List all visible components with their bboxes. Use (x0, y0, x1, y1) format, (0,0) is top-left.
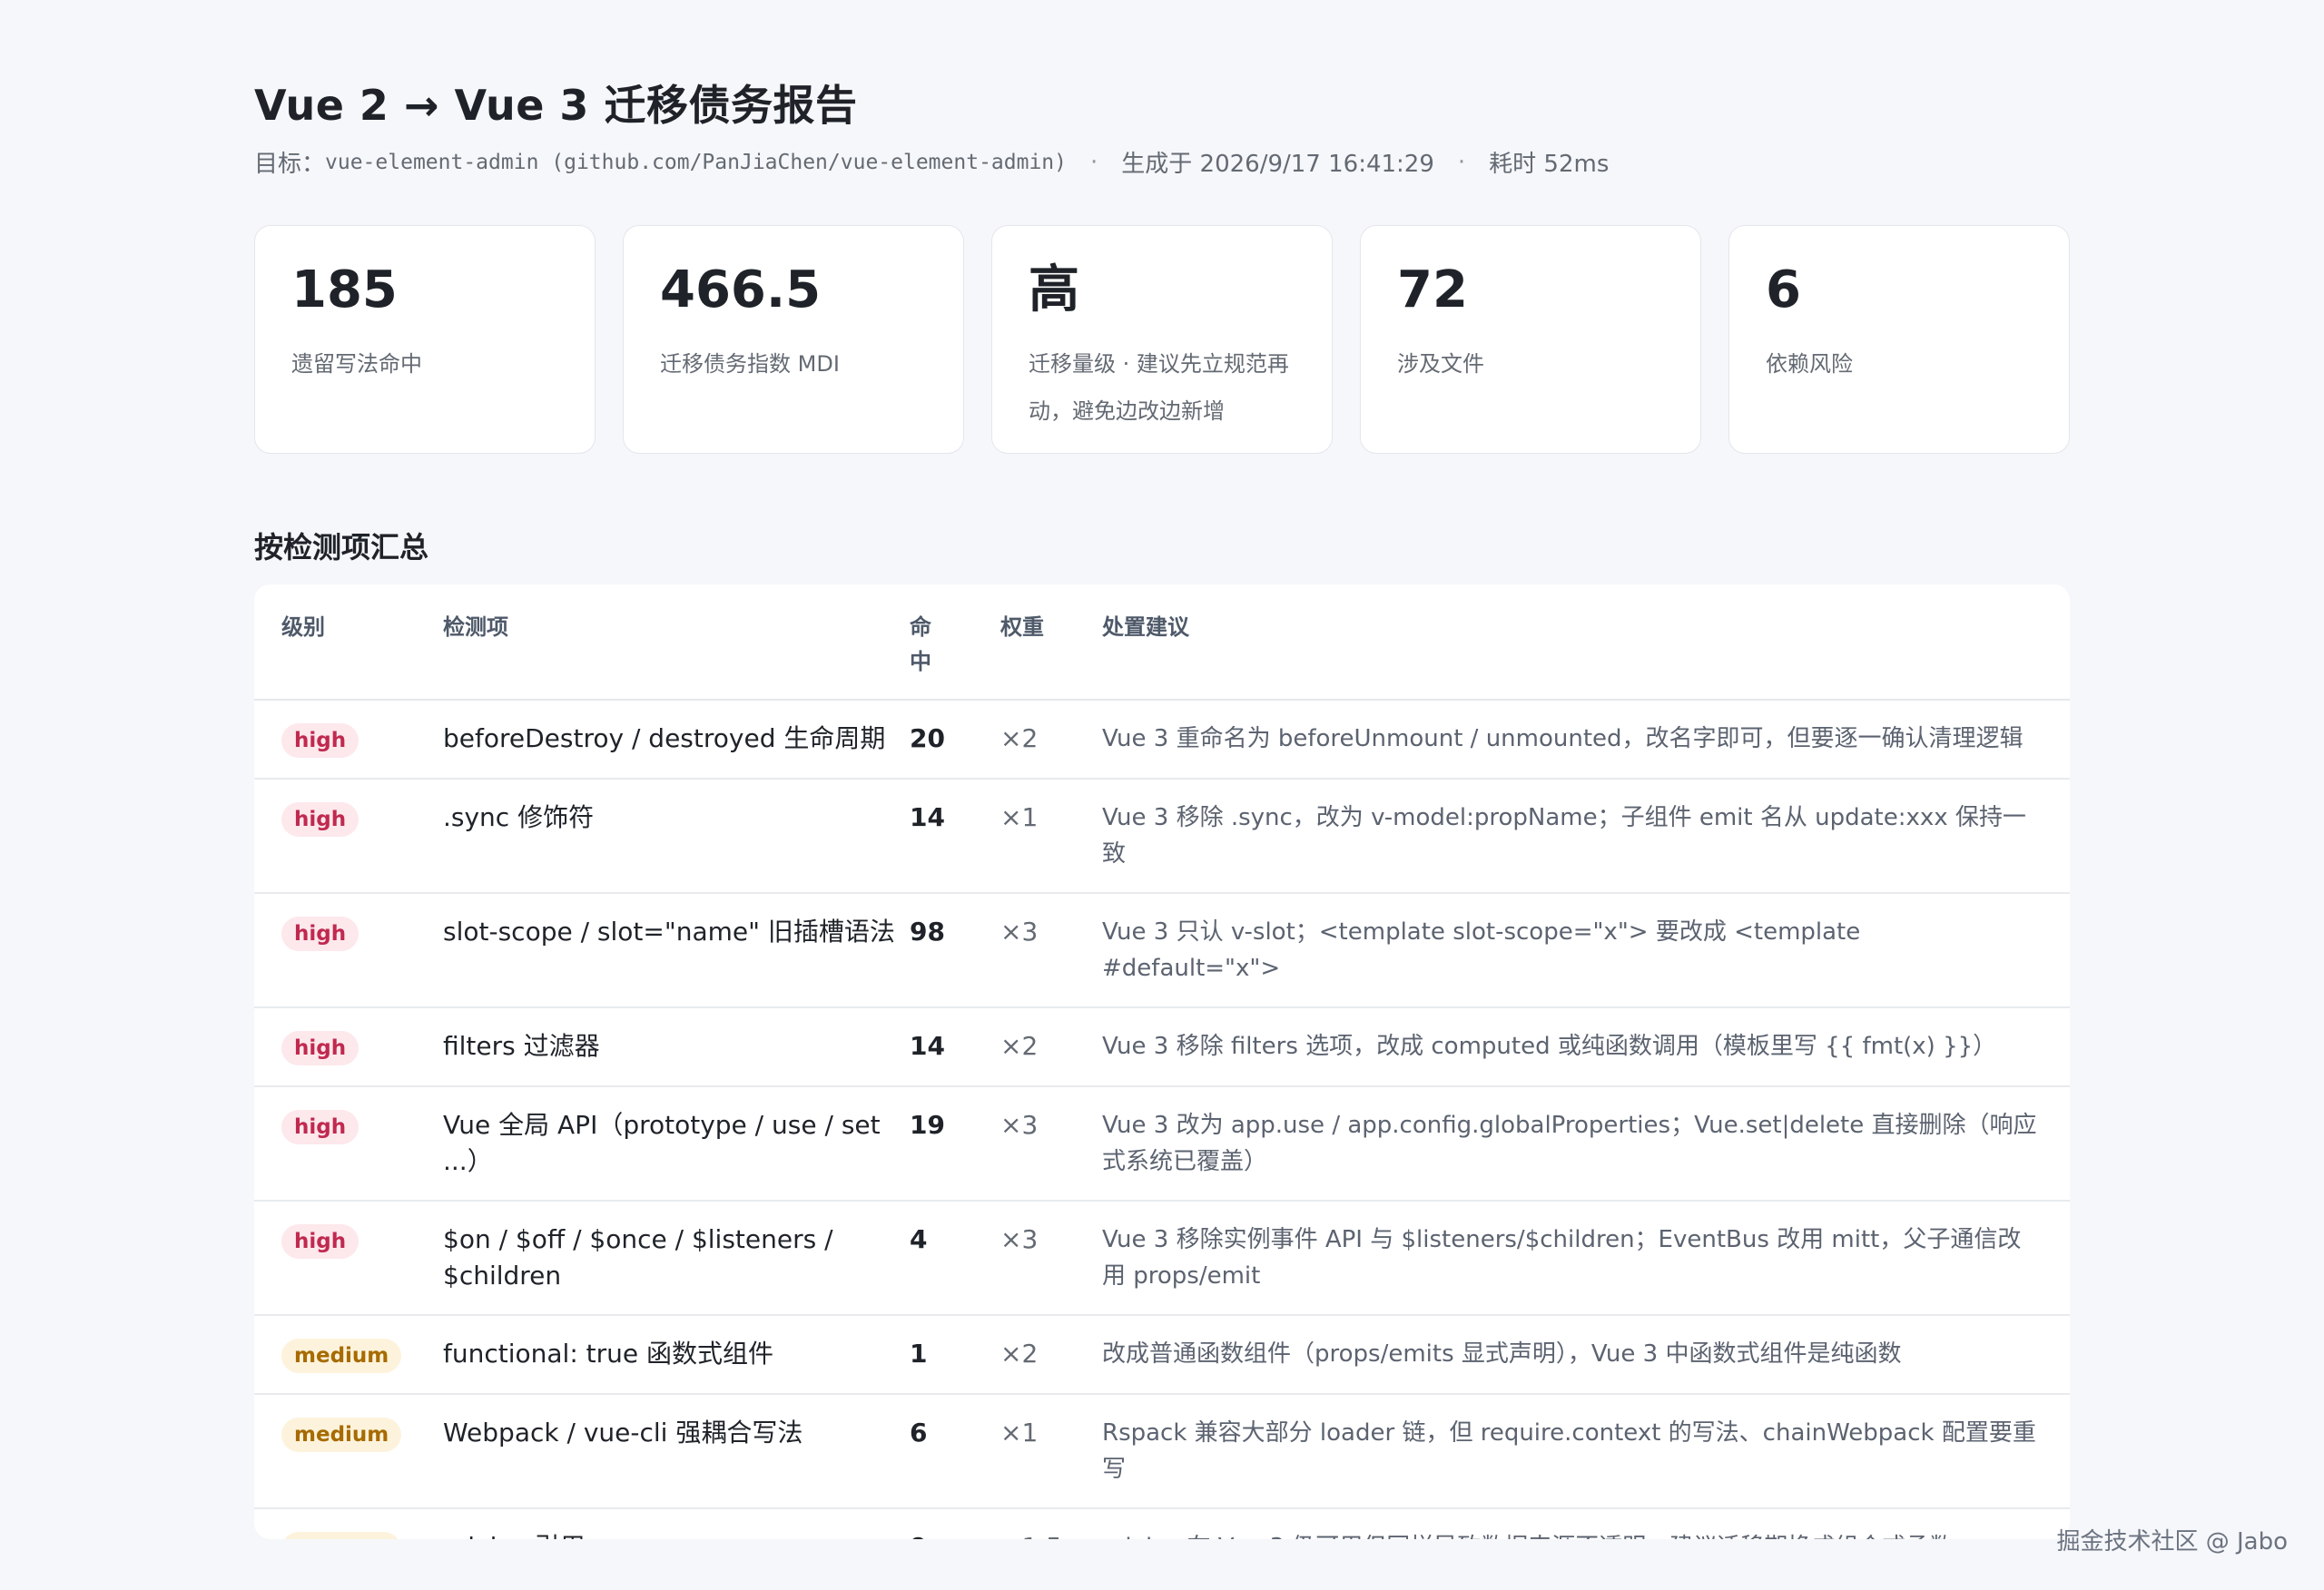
weight-cell: ×3 (1000, 893, 1102, 1008)
level-badge: high (281, 1031, 359, 1065)
item-cell: mixins 引用 (416, 1508, 910, 1539)
watermark: 掘金技术社区 @ Jabo (2056, 1528, 2288, 1556)
advice-cell: Vue 3 只认 v-slot；<template slot-scope="x"… (1102, 893, 2070, 1008)
stat-card-files: 72 涉及文件 (1360, 225, 1701, 454)
hits-cell: 19 (910, 1086, 1000, 1202)
elapsed-time: 耗时 52ms (1489, 151, 1610, 178)
hits-cell: 4 (910, 1201, 1000, 1316)
advice-cell: Vue 3 改为 app.use / app.config.globalProp… (1102, 1086, 2070, 1202)
table-row: high beforeDestroy / destroyed 生命周期 20 ×… (254, 700, 2070, 780)
stat-card-mdi: 466.5 迁移债务指数 MDI (623, 225, 964, 454)
advice-cell: Vue 3 移除 .sync，改为 v-model:propName；子组件 e… (1102, 779, 2070, 894)
item-cell: Webpack / vue-cli 强耦合写法 (416, 1394, 910, 1509)
table-row: medium mixins 引用 9 ×1.5 mixins 在 Vue 3 仍… (254, 1508, 2070, 1539)
hits-cell: 14 (910, 779, 1000, 894)
level-badge: high (281, 1224, 359, 1259)
item-cell: .sync 修饰符 (416, 779, 910, 894)
item-cell: slot-scope / slot="name" 旧插槽语法 (416, 893, 910, 1008)
stat-value: 185 (291, 260, 398, 319)
level-badge: high (281, 917, 359, 951)
section-title: 按检测项汇总 (254, 530, 429, 564)
item-cell: filters 过滤器 (416, 1007, 910, 1087)
stat-label: 依赖风险 (1766, 350, 1853, 377)
target-label: 目标： (254, 151, 326, 178)
table-row: medium Webpack / vue-cli 强耦合写法 6 ×1 Rspa… (254, 1394, 2070, 1509)
stat-label: 遗留写法命中 (291, 350, 422, 377)
stat-value: 72 (1397, 260, 1468, 319)
summary-table-container: 级别 检测项 命中 权重 处置建议 high beforeDestroy / d… (254, 584, 2070, 1539)
hits-cell: 6 (910, 1394, 1000, 1509)
stat-label: 迁移量级 · 建议先立规范再动，避免边改边新增 (1029, 350, 1289, 424)
column-header-level: 级别 (254, 584, 416, 701)
column-header-item: 检测项 (416, 584, 910, 701)
stat-cards: 185 遗留写法命中 466.5 迁移债务指数 MDI 高 迁移量级 · 建议先… (254, 225, 2070, 454)
weight-cell: ×1.5 (1000, 1508, 1102, 1539)
hits-cell: 98 (910, 893, 1000, 1008)
weight-cell: ×2 (1000, 1007, 1102, 1087)
stat-label: 涉及文件 (1397, 350, 1484, 377)
item-cell: Vue 全局 API（prototype / use / set ...） (416, 1086, 910, 1202)
column-header-hits: 命中 (910, 584, 1000, 701)
advice-cell: mixins 在 Vue 3 仍可用但同样导致数据来源不透明；建议迁移期换成组合… (1102, 1508, 2070, 1539)
hits-cell: 1 (910, 1315, 1000, 1395)
table-row: high slot-scope / slot="name" 旧插槽语法 98 ×… (254, 893, 2070, 1008)
stat-card-hits: 185 遗留写法命中 (254, 225, 596, 454)
level-badge: medium (281, 1339, 402, 1373)
table-row: high $on / $off / $once / $listeners / $… (254, 1201, 2070, 1316)
table-header-row: 级别 检测项 命中 权重 处置建议 (254, 584, 2070, 701)
table-row: high .sync 修饰符 14 ×1 Vue 3 移除 .sync，改为 v… (254, 779, 2070, 894)
meta-separator: · (1457, 148, 1466, 176)
summary-table: 级别 检测项 命中 权重 处置建议 high beforeDestroy / d… (254, 584, 2070, 1539)
level-badge: high (281, 1110, 359, 1144)
weight-cell: ×2 (1000, 700, 1102, 780)
column-header-hits-label: 命中 (910, 614, 931, 674)
meta-separator: · (1090, 148, 1098, 176)
column-header-weight: 权重 (1000, 584, 1102, 701)
level-badge: medium (281, 1418, 402, 1452)
weight-cell: ×3 (1000, 1201, 1102, 1316)
table-row: high Vue 全局 API（prototype / use / set ..… (254, 1086, 2070, 1202)
weight-cell: ×1 (1000, 1394, 1102, 1509)
advice-cell: 改成普通函数组件（props/emits 显式声明），Vue 3 中函数式组件是… (1102, 1315, 2070, 1395)
weight-cell: ×2 (1000, 1315, 1102, 1395)
hits-cell: 20 (910, 700, 1000, 780)
item-cell: beforeDestroy / destroyed 生命周期 (416, 700, 910, 780)
advice-cell: Vue 3 重命名为 beforeUnmount / unmounted，改名字… (1102, 700, 2070, 780)
table-row: high filters 过滤器 14 ×2 Vue 3 移除 filters … (254, 1007, 2070, 1087)
advice-cell: Vue 3 移除 filters 选项，改成 computed 或纯函数调用（模… (1102, 1007, 2070, 1087)
weight-cell: ×3 (1000, 1086, 1102, 1202)
column-header-advice: 处置建议 (1102, 584, 2070, 701)
report-meta: 目标： vue-element-admin (github.com/PanJia… (254, 145, 1609, 179)
stat-value: 高 (1029, 260, 1079, 319)
item-cell: functional: true 函数式组件 (416, 1315, 910, 1395)
generated-time: 生成于 2026/9/17 16:41:29 (1121, 151, 1434, 178)
level-badge: medium (281, 1532, 402, 1539)
stat-label: 迁移债务指数 MDI (660, 350, 840, 377)
stat-card-magnitude: 高 迁移量级 · 建议先立规范再动，避免边改边新增 (991, 225, 1333, 454)
level-badge: high (281, 723, 359, 758)
advice-cell: Rspack 兼容大部分 loader 链，但 require.context … (1102, 1394, 2070, 1509)
item-cell: $on / $off / $once / $listeners / $child… (416, 1201, 910, 1316)
level-badge: high (281, 802, 359, 837)
advice-cell: Vue 3 移除实例事件 API 与 $listeners/$children；… (1102, 1201, 2070, 1316)
page-title: Vue 2 → Vue 3 迁移债务报告 (254, 81, 858, 130)
hits-cell: 9 (910, 1508, 1000, 1539)
table-row: medium functional: true 函数式组件 1 ×2 改成普通函… (254, 1315, 2070, 1395)
stat-value: 6 (1766, 260, 1801, 319)
target-value: vue-element-admin (github.com/PanJiaChen… (325, 150, 1067, 174)
hits-cell: 14 (910, 1007, 1000, 1087)
weight-cell: ×1 (1000, 779, 1102, 894)
stat-value: 466.5 (660, 260, 822, 319)
stat-card-dependency-risk: 6 依赖风险 (1728, 225, 2070, 454)
